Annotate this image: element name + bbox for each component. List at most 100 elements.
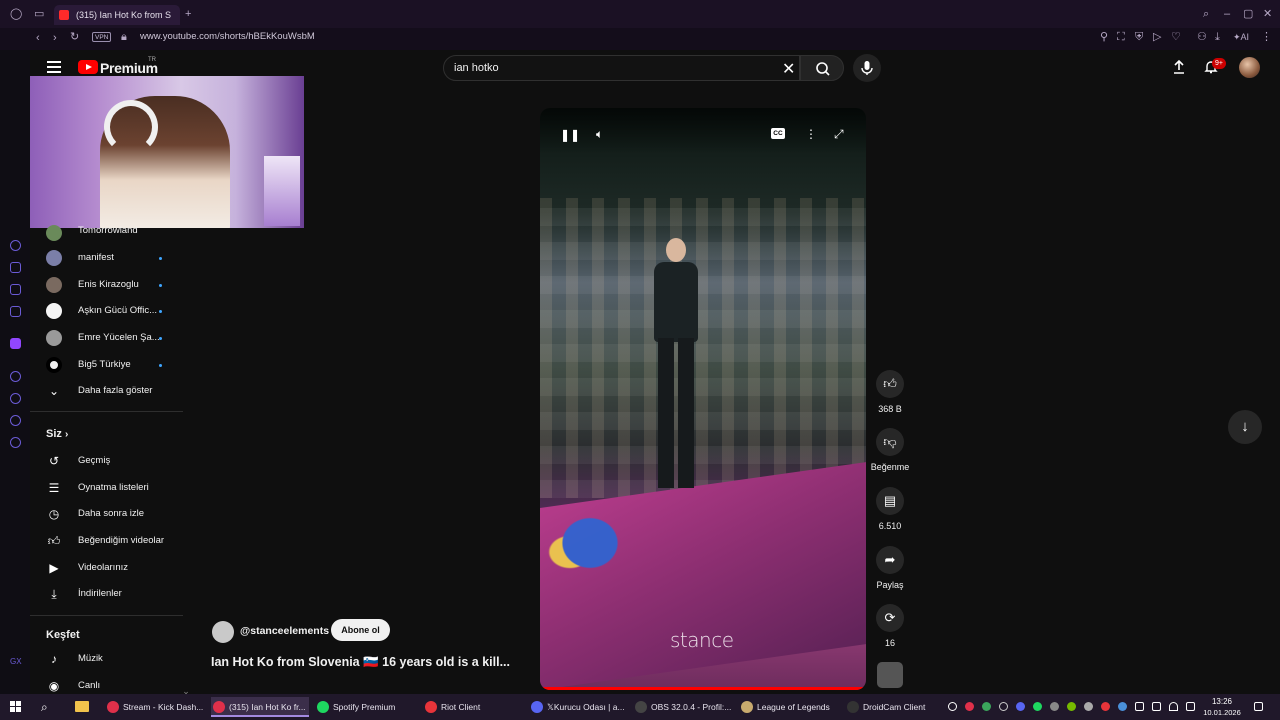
sidebar-item-watch-later[interactable]: Daha sonra izle: [78, 508, 144, 519]
volume-icon[interactable]: 🔈︎: [596, 127, 603, 141]
taskbar-app[interactable]: OBS 32.0.4 - Profil:...: [633, 697, 731, 717]
messenger-icon[interactable]: [10, 306, 21, 317]
tab-workspace-icon[interactable]: ▭: [34, 8, 44, 20]
sidebar-item-music[interactable]: Müzik: [78, 653, 103, 664]
taskbar-app[interactable]: Stream - Kick Dash...: [105, 697, 205, 717]
network-icon[interactable]: [1169, 702, 1178, 711]
browser-menu-icon[interactable]: ⋮: [1261, 31, 1272, 43]
sidebar-subscription-item[interactable]: manifest: [78, 252, 114, 263]
back-icon[interactable]: ‹: [36, 32, 40, 44]
sidebar-item-downloads[interactable]: İndirilenler: [78, 588, 122, 599]
profile-icon[interactable]: ⚇: [1197, 31, 1207, 43]
cube-icon[interactable]: [10, 284, 21, 295]
sidebar-item-playlists[interactable]: Oynatma listeleri: [78, 482, 149, 493]
tray-app-icon[interactable]: [1084, 702, 1093, 711]
reload-icon[interactable]: ↻: [70, 31, 79, 43]
microphone-tray-icon[interactable]: [1135, 702, 1144, 711]
taskbar-search-icon[interactable]: ⌕: [41, 700, 48, 715]
twitch-icon[interactable]: [10, 338, 21, 349]
tray-app-icon[interactable]: [948, 702, 957, 711]
hamburger-menu-icon[interactable]: [47, 61, 61, 73]
sidebar-item-live[interactable]: Canlı: [78, 680, 100, 691]
minimize-icon[interactable]: –: [1224, 8, 1230, 20]
lock-icon[interactable]: 🔒︎: [121, 31, 127, 43]
fullscreen-icon[interactable]: ⤢: [834, 127, 844, 141]
sidebar-subscription-item[interactable]: Aşkın Gücü Offic...: [78, 305, 157, 316]
you-section-heading[interactable]: Siz ›: [46, 428, 68, 440]
remix-button[interactable]: ⟳: [876, 604, 904, 632]
windows-start-icon[interactable]: [10, 701, 22, 713]
speaker-icon[interactable]: [1186, 702, 1195, 711]
more-options-icon[interactable]: ⋮: [805, 127, 817, 141]
new-tab-icon[interactable]: +: [185, 8, 191, 20]
search-tabs-icon[interactable]: ⌕: [1203, 8, 1209, 20]
clock-icon[interactable]: [10, 415, 21, 426]
tray-app-icon[interactable]: [965, 702, 974, 711]
discord-tray-icon[interactable]: [1016, 702, 1025, 711]
taskbar-app[interactable]: DroidCam Client: [845, 697, 943, 717]
youtube-logo-icon[interactable]: [78, 60, 98, 74]
voice-search-button[interactable]: [853, 54, 881, 82]
search-button[interactable]: [800, 55, 844, 81]
video-progress-bar[interactable]: [540, 687, 866, 690]
pause-icon[interactable]: ❚❚: [560, 128, 580, 142]
display-tray-icon[interactable]: [1152, 702, 1161, 711]
comments-button[interactable]: ▤: [876, 487, 904, 515]
snapshot-icon[interactable]: ⛶: [1117, 31, 1125, 43]
maximize-icon[interactable]: ▢: [1243, 8, 1253, 20]
tray-app-icon[interactable]: [1050, 702, 1059, 711]
taskbar-app[interactable]: League of Legends: [739, 697, 837, 717]
file-explorer-icon[interactable]: [75, 701, 89, 712]
shield-icon[interactable]: ⛨: [1135, 31, 1143, 43]
sidebar-item-liked-videos[interactable]: Beğendiğim videolar: [78, 535, 164, 546]
taskbar-app[interactable]: 𝕏Kurucu Odası | a...: [529, 697, 625, 717]
download-icon[interactable]: ⤓: [1215, 31, 1220, 43]
tray-app-icon[interactable]: [982, 702, 991, 711]
taskbar-clock-date[interactable]: 10.01.2026: [1200, 708, 1244, 717]
show-more-button[interactable]: Daha fazla göster: [78, 385, 152, 396]
sidebar-subscription-item[interactable]: Big5 Türkiye: [78, 359, 131, 370]
heart-icon[interactable]: ♡: [1171, 31, 1181, 43]
dislike-button[interactable]: 👎︎: [876, 428, 904, 456]
taskbar-app[interactable]: Spotify Premium: [315, 697, 415, 717]
channel-handle[interactable]: @stanceelements: [240, 625, 329, 637]
taskbar-clock-time[interactable]: 13:26: [1205, 697, 1239, 706]
url-field[interactable]: www.youtube.com/shorts/hBEkKouWsbM: [140, 31, 315, 42]
share-button[interactable]: ➦: [876, 546, 904, 574]
tray-app-icon[interactable]: [1118, 702, 1127, 711]
notification-center-icon[interactable]: [1254, 702, 1263, 711]
pin-icon[interactable]: ⚲: [1100, 31, 1108, 43]
play-icon[interactable]: ▷: [1153, 31, 1161, 43]
nvidia-tray-icon[interactable]: [1067, 702, 1076, 711]
sidebar-item-history[interactable]: Geçmiş: [78, 455, 110, 466]
clear-search-icon[interactable]: ✕: [782, 59, 795, 79]
player-icon[interactable]: [10, 371, 21, 382]
spotify-tray-icon[interactable]: [1033, 702, 1042, 711]
opera-logo-icon[interactable]: ◯: [10, 8, 22, 20]
next-video-button[interactable]: ↓: [1228, 410, 1262, 444]
sidebar-subscription-item[interactable]: Enis Kirazoglu: [78, 279, 139, 290]
browser-tab-active[interactable]: (315) Ian Hot Ko from S: [54, 5, 180, 25]
sound-thumbnail[interactable]: [877, 662, 903, 688]
history-icon[interactable]: [10, 393, 21, 404]
subscribe-button[interactable]: Abone ol: [331, 619, 390, 641]
video-title[interactable]: Ian Hot Ko from Slovenia 🇸🇮 16 years old…: [211, 655, 510, 670]
sidebar-subscription-item[interactable]: Emre Yücelen Şa...: [78, 332, 160, 343]
sidebar-subscription-item[interactable]: Tomorrowland: [78, 225, 138, 236]
forward-icon[interactable]: ›: [53, 32, 57, 44]
tray-app-icon[interactable]: [1101, 702, 1110, 711]
vpn-badge[interactable]: VPN: [92, 32, 112, 42]
settings-gear-icon[interactable]: [10, 437, 21, 448]
taskbar-app[interactable]: (315) Ian Hot Ko fr...: [211, 697, 309, 717]
account-avatar[interactable]: [1239, 57, 1260, 78]
opera-gx-icon[interactable]: GX: [10, 656, 22, 668]
tray-app-icon[interactable]: [999, 702, 1008, 711]
captions-button[interactable]: CC: [771, 128, 785, 139]
channel-avatar[interactable]: [212, 621, 234, 643]
upload-icon[interactable]: [1171, 59, 1187, 75]
aria-ai-button[interactable]: ✦AI: [1233, 31, 1249, 43]
search-query[interactable]: ian hotko: [454, 62, 499, 74]
short-video-player[interactable]: stance ❚❚ 🔈︎ CC ⋮ ⤢: [540, 108, 866, 690]
bag-icon[interactable]: [10, 262, 21, 273]
sidebar-item-your-videos[interactable]: Videolarınız: [78, 562, 128, 573]
